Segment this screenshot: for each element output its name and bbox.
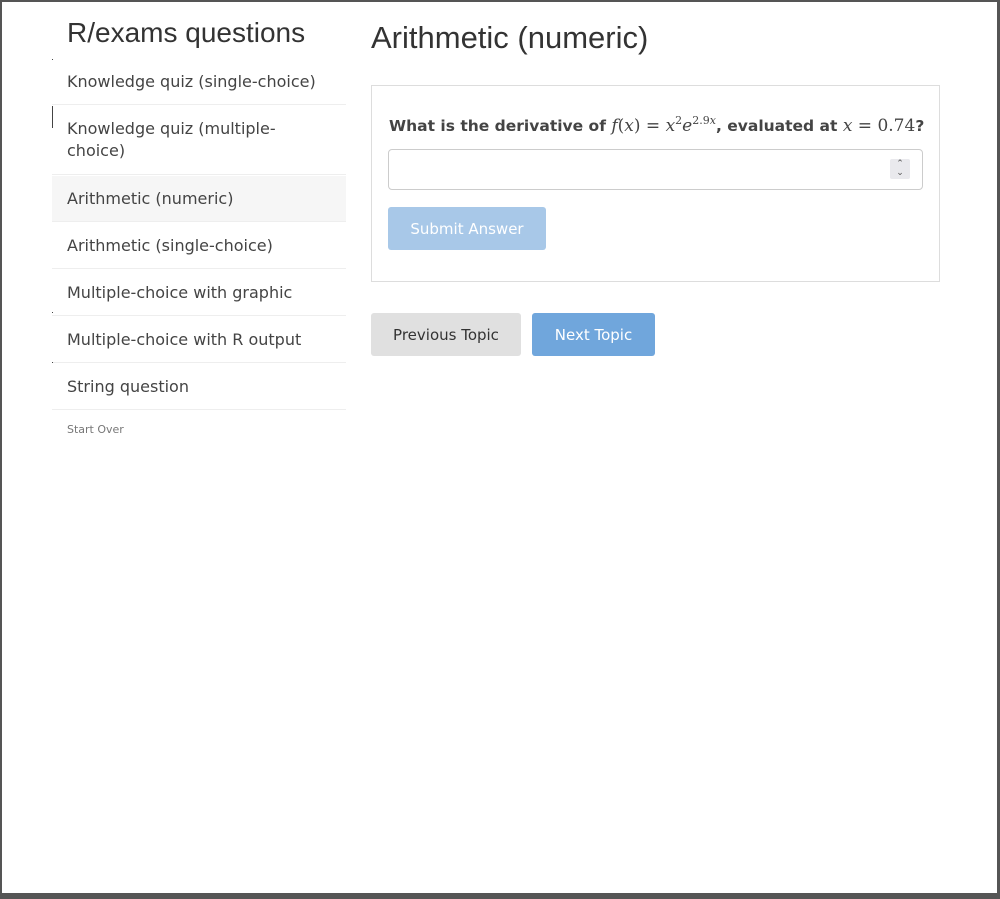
answer-input[interactable]: ⌃ ⌄ xyxy=(388,149,923,190)
start-over-link[interactable]: Start Over xyxy=(67,423,124,436)
topic-item-knowledge-quiz-multiple-choice[interactable]: Knowledge quiz (multiple-choice) xyxy=(52,106,346,175)
chevron-down-icon[interactable]: ⌄ xyxy=(890,169,910,178)
topic-item-label: String question xyxy=(67,376,189,396)
app-window: R/exams questions Knowledge quiz (single… xyxy=(2,2,997,893)
question-prefix: What is the derivative of xyxy=(389,117,606,135)
topic-item-label: Knowledge quiz (single-choice) xyxy=(67,71,316,91)
app-title: R/exams questions xyxy=(67,17,306,48)
evaluation-point: x = 0.74 xyxy=(842,116,916,136)
divider xyxy=(52,59,53,60)
topic-item-label: Arithmetic (numeric) xyxy=(67,188,234,208)
submit-answer-button[interactable]: Submit Answer xyxy=(388,207,546,250)
topic-item-label: Multiple-choice with R output xyxy=(67,329,302,349)
topic-item-string-question[interactable]: String question xyxy=(52,364,346,410)
topic-item-multiple-choice-r-output[interactable]: Multiple-choice with R output xyxy=(52,317,346,363)
page-title: Arithmetic (numeric) xyxy=(371,20,649,55)
topic-item-multiple-choice-graphic[interactable]: Multiple-choice with graphic xyxy=(52,270,346,316)
question-suffix: ? xyxy=(915,117,925,135)
number-spinner[interactable]: ⌃ ⌄ xyxy=(890,159,910,179)
topic-item-label: Knowledge quiz (multiple-choice) xyxy=(67,119,276,160)
question-text: What is the derivative of f(x) = x2e2.9x… xyxy=(389,114,924,136)
previous-topic-button[interactable]: Previous Topic xyxy=(371,313,521,356)
divider xyxy=(52,312,53,313)
next-topic-button[interactable]: Next Topic xyxy=(532,313,655,356)
divider xyxy=(52,362,53,363)
topic-item-arithmetic-numeric[interactable]: Arithmetic (numeric) xyxy=(52,176,346,222)
question-panel: What is the derivative of f(x) = x2e2.9x… xyxy=(371,85,940,282)
function-formula: f(x) = x2e2.9x xyxy=(611,114,716,136)
topic-item-knowledge-quiz-single-choice[interactable]: Knowledge quiz (single-choice) xyxy=(52,59,346,105)
question-middle: , evaluated at xyxy=(715,117,838,135)
topic-item-arithmetic-single-choice[interactable]: Arithmetic (single-choice) xyxy=(52,223,346,269)
topic-item-label: Multiple-choice with graphic xyxy=(67,282,293,302)
focus-marker xyxy=(52,106,53,128)
topic-item-label: Arithmetic (single-choice) xyxy=(67,235,273,255)
